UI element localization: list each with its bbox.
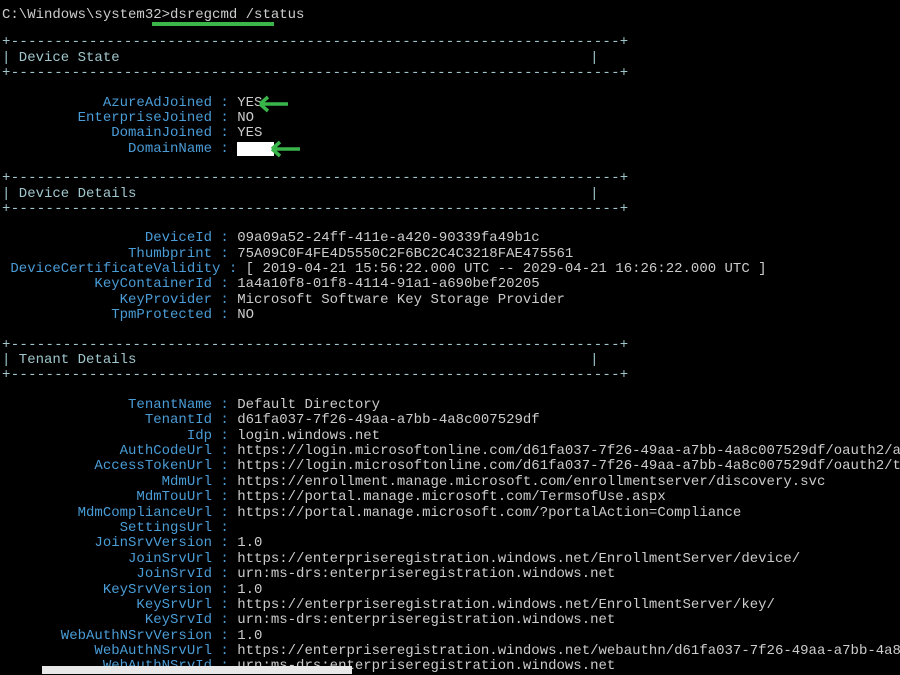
field-value: 1.0 [237, 628, 262, 644]
field-key: KeySrvUrl : [2, 597, 237, 613]
field-key: MdmComplianceUrl : [2, 505, 237, 521]
field-value: https://portal.manage.microsoft.com/Term… [237, 489, 665, 505]
field-key: JoinSrvVersion : [2, 535, 237, 551]
field-row: AuthCodeUrl : https://login.microsoftonl… [2, 444, 898, 459]
field-row: WebAuthNSrvVersion : 1.0 [2, 629, 898, 644]
field-value: Default Directory [237, 397, 380, 413]
field-value: https://enrollment.manage.microsoft.com/… [237, 474, 825, 490]
field-value: 1.0 [237, 582, 262, 598]
field-key: WebAuthNSrvUrl : [2, 643, 237, 659]
field-row: KeyContainerId : 1a4a10f8-01f8-4114-91a1… [2, 277, 898, 292]
field-value: https://enterpriseregistration.windows.n… [237, 643, 900, 659]
field-row: DomainName : [2, 142, 898, 157]
field-key: AuthCodeUrl : [2, 443, 237, 459]
prompt-command: dsregcmd /status [170, 7, 304, 23]
field-key: TpmProtected : [2, 307, 237, 323]
field-row: JoinSrvVersion : 1.0 [2, 536, 898, 551]
field-key: Thumbprint : [2, 246, 237, 262]
field-value: https://enterpriseregistration.windows.n… [237, 597, 775, 613]
field-row: KeySrvUrl : https://enterpriseregistrati… [2, 598, 898, 613]
field-key: SettingsUrl : [2, 520, 237, 536]
field-value: NO [237, 307, 254, 323]
field-row: MdmTouUrl : https://portal.manage.micros… [2, 490, 898, 505]
field-row: DeviceId : 09a09a52-24ff-411e-a420-90339… [2, 231, 898, 246]
field-row: AzureAdJoined : YES [2, 96, 898, 111]
field-row: MdmUrl : https://enrollment.manage.micro… [2, 475, 898, 490]
field-key: DomainName : [2, 141, 237, 157]
separator: +---------------------------------------… [2, 171, 898, 186]
separator: +---------------------------------------… [2, 35, 898, 50]
field-row: TpmProtected : NO [2, 308, 898, 323]
field-row: Idp : login.windows.net [2, 429, 898, 444]
field-key: Idp : [2, 428, 237, 444]
field-key: KeySrvVersion : [2, 582, 237, 598]
field-key: KeyContainerId : [2, 276, 237, 292]
field-row: EnterpriseJoined : NO [2, 111, 898, 126]
field-value: urn:ms-drs:enterpriseregistration.window… [237, 566, 615, 582]
terminal-output: +---------------------------------------… [2, 35, 898, 674]
field-value: https://portal.manage.microsoft.com/?por… [237, 505, 741, 521]
field-value: 75A09C0F4FE4D5550C2F6BC2C4C3218FAE475561 [237, 246, 573, 262]
separator: +---------------------------------------… [2, 202, 898, 217]
highlight-underline [152, 22, 274, 26]
field-key: KeyProvider : [2, 292, 237, 308]
field-value: urn:ms-drs:enterpriseregistration.window… [237, 612, 615, 628]
field-value: https://enterpriseregistration.windows.n… [237, 551, 800, 567]
field-row: KeySrvId : urn:ms-drs:enterpriseregistra… [2, 613, 898, 628]
field-row: Thumbprint : 75A09C0F4FE4D5550C2F6BC2C4C… [2, 247, 898, 262]
bottom-bar [42, 666, 352, 674]
field-value: https://login.microsoftonline.com/d61fa0… [237, 458, 900, 474]
field-row: JoinSrvUrl : https://enterpriseregistrat… [2, 552, 898, 567]
field-key: JoinSrvUrl : [2, 551, 237, 567]
field-key: AzureAdJoined : [2, 95, 237, 111]
field-value: YES [237, 125, 262, 141]
field-key: EnterpriseJoined : [2, 110, 237, 126]
separator: +---------------------------------------… [2, 338, 898, 353]
field-row: DomainJoined : YES [2, 126, 898, 141]
section-header: | Device State | [2, 51, 898, 66]
separator: +---------------------------------------… [2, 368, 898, 383]
field-key: JoinSrvId : [2, 566, 237, 582]
field-value: 1a4a10f8-01f8-4114-91a1-a690bef20205 [237, 276, 539, 292]
field-row: KeySrvVersion : 1.0 [2, 583, 898, 598]
field-value: d61fa037-7f26-49aa-a7bb-4a8c007529df [237, 412, 539, 428]
field-key: AccessTokenUrl : [2, 458, 237, 474]
field-value: 09a09a52-24ff-411e-a420-90339fa49b1c [237, 230, 539, 246]
field-key: MdmTouUrl : [2, 489, 237, 505]
field-key: MdmUrl : [2, 474, 237, 490]
field-row: JoinSrvId : urn:ms-drs:enterpriseregistr… [2, 567, 898, 582]
section-header: | Device Details | [2, 187, 898, 202]
prompt: C:\Windows\system32>dsregcmd /status [2, 8, 898, 23]
field-row: SettingsUrl : [2, 521, 898, 536]
field-value: login.windows.net [237, 428, 380, 444]
field-row: TenantName : Default Directory [2, 398, 898, 413]
field-key: DomainJoined : [2, 125, 237, 141]
field-row: WebAuthNSrvUrl : https://enterpriseregis… [2, 644, 898, 659]
section-header: | Tenant Details | [2, 353, 898, 368]
field-key: WebAuthNSrvVersion : [2, 628, 237, 644]
field-row: DeviceCertificateValidity : [ 2019-04-21… [2, 262, 898, 277]
field-key: KeySrvId : [2, 612, 237, 628]
field-row: MdmComplianceUrl : https://portal.manage… [2, 506, 898, 521]
arrow-left-icon [262, 139, 302, 159]
field-row: KeyProvider : Microsoft Software Key Sto… [2, 293, 898, 308]
separator: +---------------------------------------… [2, 66, 898, 81]
field-value: https://login.microsoftonline.com/d61fa0… [237, 443, 900, 459]
field-value: [ 2019-04-21 15:56:22.000 UTC -- 2029-04… [246, 261, 767, 277]
arrow-left-icon [250, 94, 290, 114]
field-key: TenantId : [2, 412, 237, 428]
field-row: AccessTokenUrl : https://login.microsoft… [2, 459, 898, 474]
field-key: DeviceId : [2, 230, 237, 246]
field-value: 1.0 [237, 535, 262, 551]
field-row: TenantId : d61fa037-7f26-49aa-a7bb-4a8c0… [2, 413, 898, 428]
prompt-path: C:\Windows\system32> [2, 7, 170, 23]
field-key: DeviceCertificateValidity : [2, 261, 246, 277]
field-key: TenantName : [2, 397, 237, 413]
field-value: Microsoft Software Key Storage Provider [237, 292, 565, 308]
